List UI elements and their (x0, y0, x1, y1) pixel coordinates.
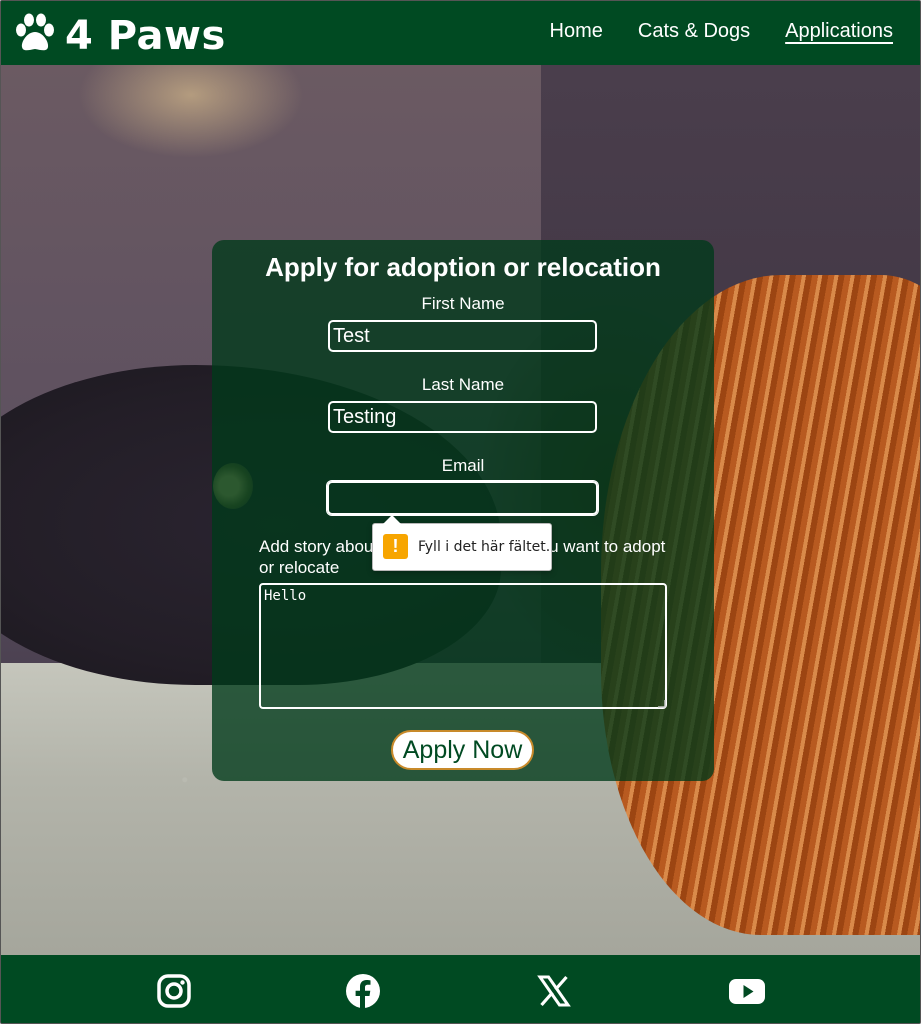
site-footer (1, 955, 920, 1023)
youtube-icon[interactable] (728, 972, 766, 1010)
warning-icon: ! (383, 534, 408, 559)
facebook-icon[interactable] (344, 972, 382, 1010)
last-name-label: Last Name (421, 375, 505, 394)
apply-now-button[interactable]: Apply Now (391, 730, 534, 770)
x-icon[interactable] (535, 972, 573, 1010)
site-header: 4 Paws Home Cats & Dogs Applications (1, 1, 920, 65)
tooltip-arrow (383, 515, 401, 524)
logo-text: 4 Paws (65, 12, 226, 59)
email-label: Email (441, 456, 485, 475)
nav-cats-dogs[interactable]: Cats & Dogs (638, 20, 750, 43)
nav-applications[interactable]: Applications (785, 20, 893, 43)
first-name-label: First Name (421, 294, 505, 313)
app-frame: 4 Paws Home Cats & Dogs Applications App… (0, 0, 921, 1024)
validation-message: Fyll i det här fältet. (418, 539, 551, 555)
form-title: Apply for adoption or relocation (265, 252, 661, 282)
paw-icon (13, 11, 57, 60)
main-nav: Home Cats & Dogs Applications (550, 20, 893, 43)
instagram-icon[interactable] (155, 972, 193, 1010)
logo-link[interactable]: 4 Paws (13, 11, 226, 60)
first-name-input[interactable] (328, 320, 597, 352)
textarea-resize-handle[interactable] (658, 700, 666, 708)
story-textarea[interactable]: Hello (259, 583, 667, 709)
email-input[interactable] (327, 481, 598, 515)
application-form: Apply for adoption or relocation First N… (212, 240, 714, 781)
last-name-input[interactable] (328, 401, 597, 433)
nav-home[interactable]: Home (550, 20, 603, 43)
validation-tooltip: ! Fyll i det här fältet. (372, 515, 552, 571)
